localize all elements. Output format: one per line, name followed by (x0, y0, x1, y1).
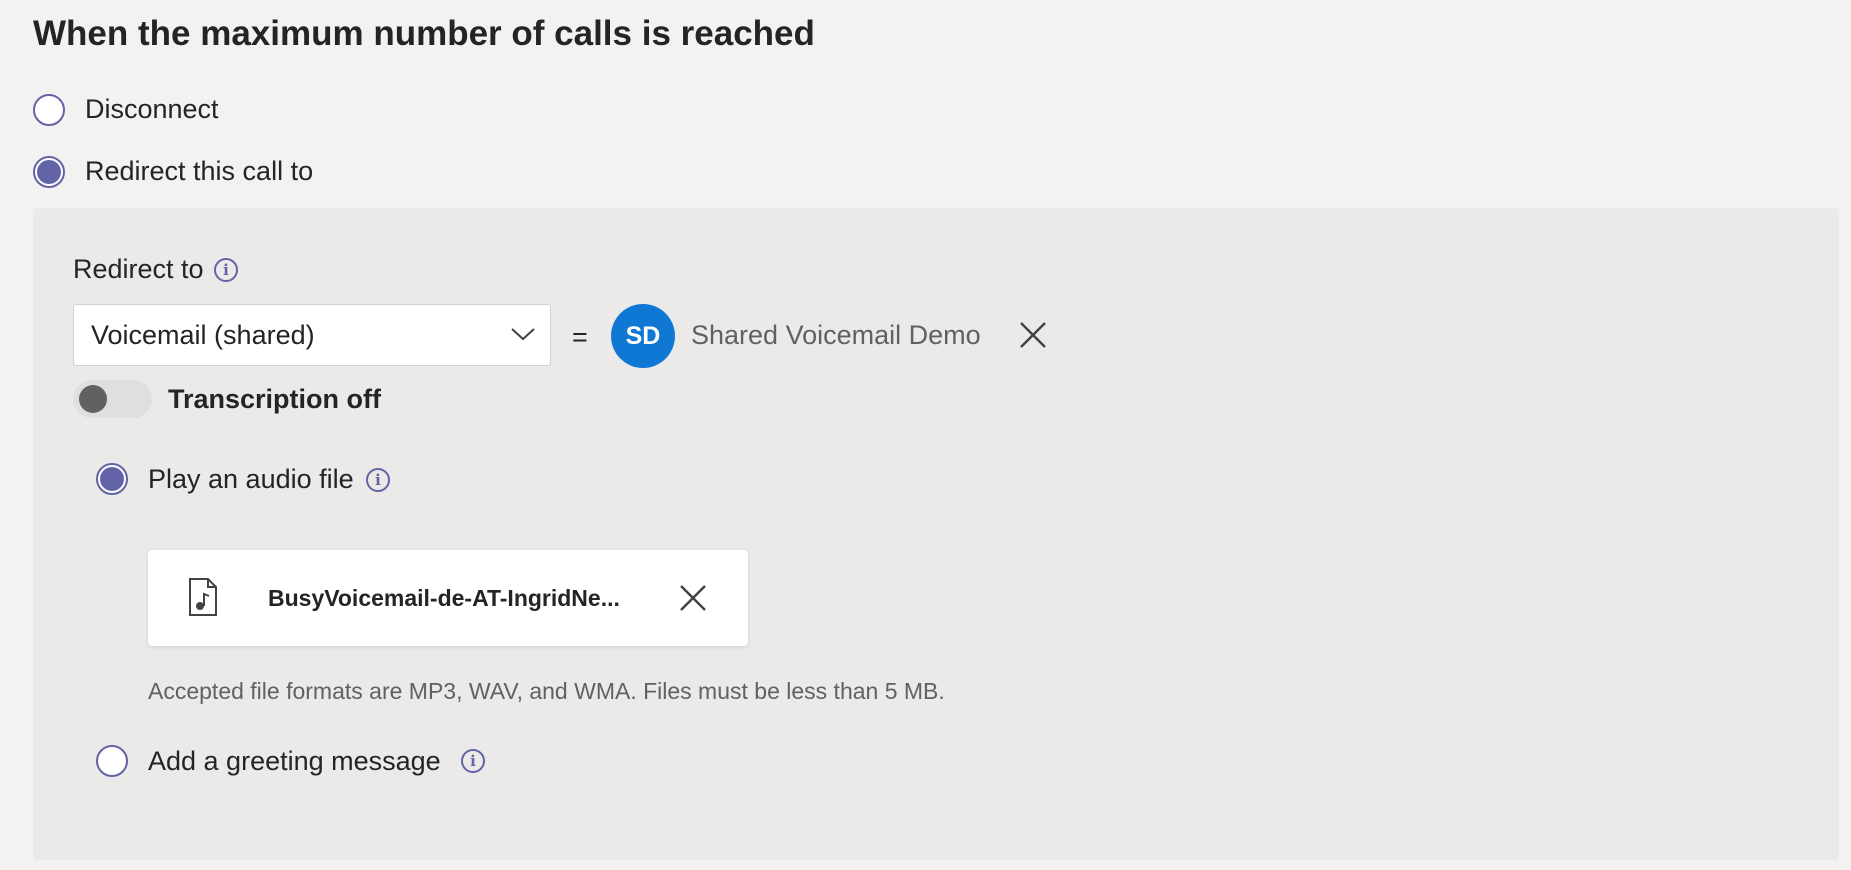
section-title: When the maximum number of calls is reac… (33, 14, 815, 53)
equals-sign: = (572, 322, 588, 352)
disconnect-radio[interactable] (33, 94, 65, 126)
add-greeting-label[interactable]: Add a greeting message (148, 746, 441, 777)
redirect-label[interactable]: Redirect this call to (85, 156, 313, 187)
transcription-label: Transcription off (168, 384, 382, 414)
disconnect-label[interactable]: Disconnect (85, 94, 219, 125)
info-icon[interactable]: i (461, 749, 485, 773)
redirect-to-label: Redirect to (73, 254, 204, 284)
audio-file-icon (188, 577, 218, 622)
info-icon[interactable]: i (214, 258, 238, 282)
target-name: Shared Voicemail Demo (691, 320, 981, 350)
transcription-toggle[interactable] (73, 380, 152, 418)
redirect-radio[interactable] (33, 156, 65, 188)
file-format-hint: Accepted file formats are MP3, WAV, and … (148, 678, 945, 704)
redirect-target-dropdown[interactable]: Voicemail (shared) (73, 304, 551, 366)
close-icon[interactable] (1018, 320, 1048, 355)
play-audio-label[interactable]: Play an audio file (148, 464, 354, 495)
info-icon[interactable]: i (366, 468, 390, 492)
audio-file-card: BusyVoicemail-de-AT-IngridNe... (148, 550, 748, 646)
add-greeting-radio[interactable] (96, 745, 128, 777)
audio-file-name: BusyVoicemail-de-AT-IngridNe... (268, 585, 620, 611)
avatar: SD (611, 304, 675, 368)
play-audio-radio[interactable] (96, 463, 128, 495)
chevron-down-icon (510, 326, 536, 347)
close-icon[interactable] (678, 583, 708, 618)
dropdown-value: Voicemail (shared) (91, 320, 315, 350)
